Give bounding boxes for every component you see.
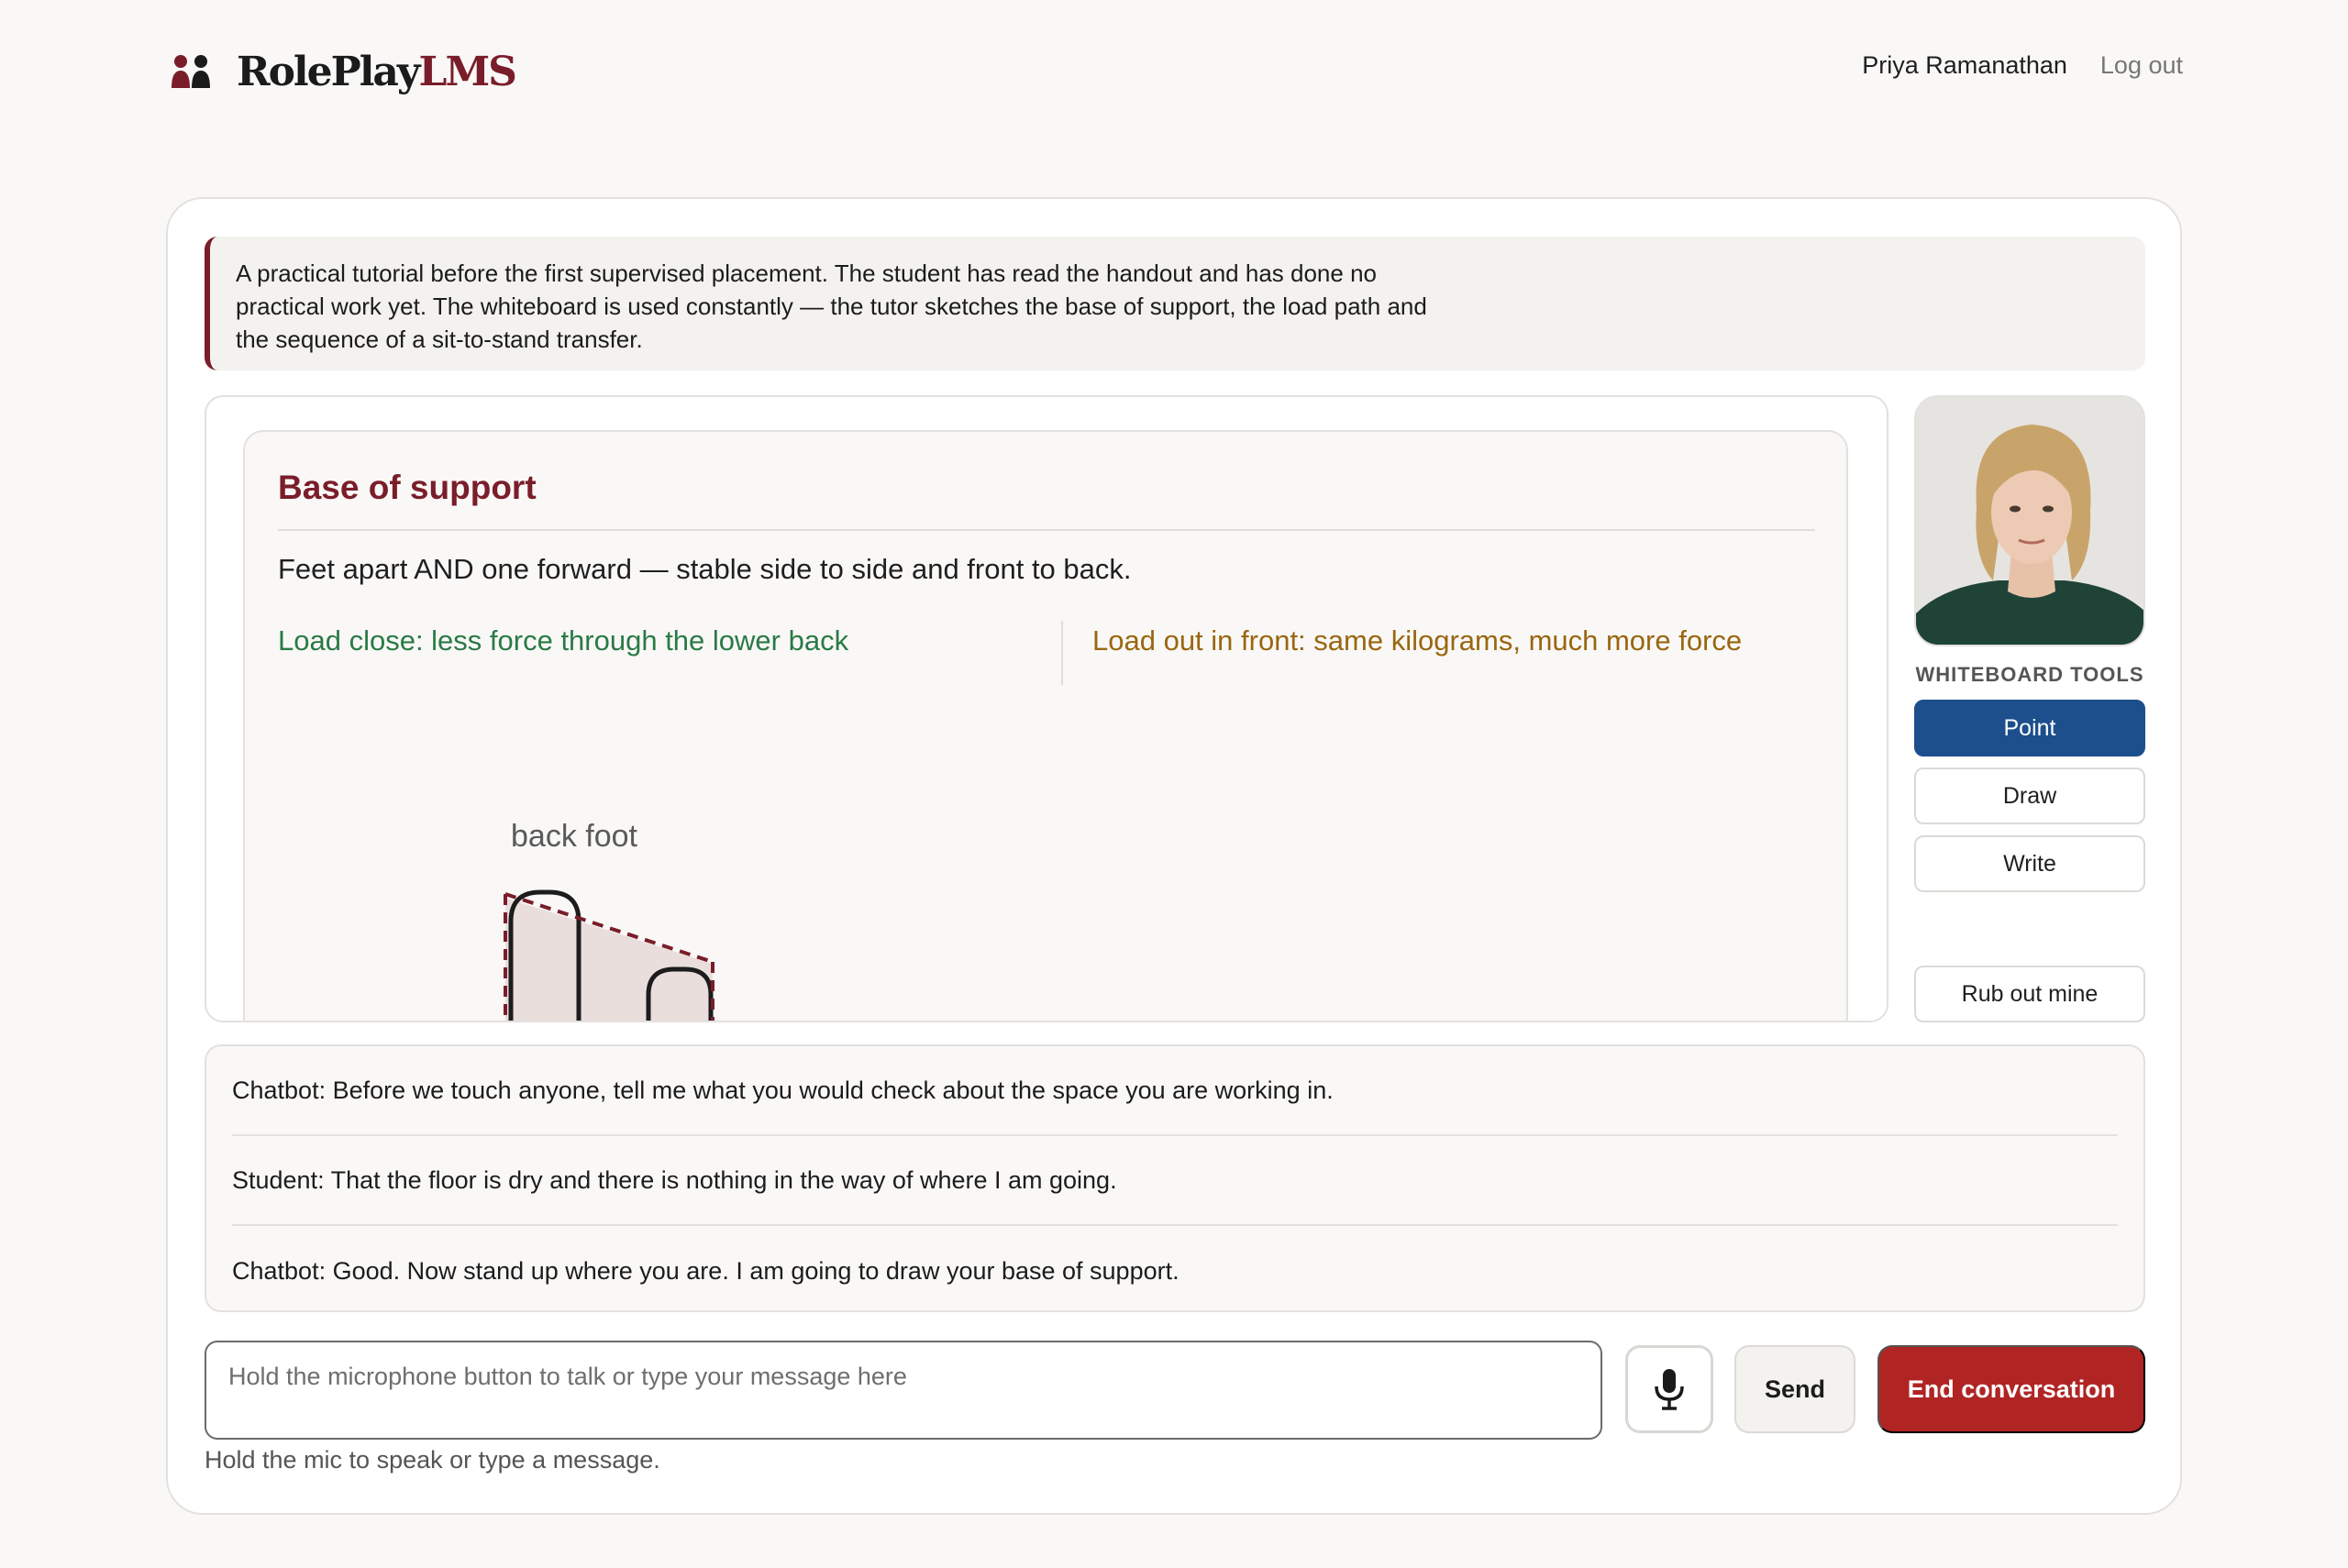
input-hint: Hold the mic to speak or type a message. [205,1446,660,1474]
point-tool-button[interactable]: Point [1914,700,2145,756]
two-people-icon [172,55,210,88]
scenario-text: A practical tutorial before the first su… [236,259,1427,353]
microphone-icon [1655,1369,1684,1410]
end-conversation-button[interactable]: End conversation [1877,1345,2145,1433]
transcript[interactable]: Chatbot: Before we touch anyone, tell me… [205,1044,2145,1312]
message-input[interactable] [205,1341,1602,1440]
scenario-banner: A practical tutorial before the first su… [205,237,2145,370]
send-button[interactable]: Send [1734,1345,1855,1433]
microphone-button[interactable] [1625,1345,1713,1433]
column-divider [1061,621,1063,685]
user-area: Priya Ramanathan Log out [1862,51,2183,80]
whiteboard[interactable]: Base of support Feet apart AND one forwa… [205,395,1888,1022]
tutor-avatar [1914,395,2145,646]
slide-divider [278,529,1815,531]
user-name: Priya Ramanathan [1862,51,2067,79]
load-out-note: Load out in front: same kilograms, much … [1092,624,1743,657]
whiteboard-slide: Base of support Feet apart AND one forwa… [243,430,1848,1021]
draw-tool-button[interactable]: Draw [1914,767,2145,824]
brand-name: RolePlayLMS [237,48,517,95]
conversation-card: A practical tutorial before the first su… [166,197,2182,1515]
write-tool-button[interactable]: Write [1914,835,2145,892]
transcript-message: Student: That the floor is dry and there… [232,1136,2118,1226]
figure-label-back-foot: back foot [511,819,637,854]
brand-name-main: RolePlay [237,48,420,95]
brand-name-accent: LMS [418,48,517,95]
load-close-note: Load close: less force through the lower… [278,624,849,657]
brand-logo-link[interactable]: RolePlayLMS [171,44,517,99]
transcript-message: Chatbot: Good. Now stand up where you ar… [232,1256,1180,1285]
support-area [505,898,713,1021]
whiteboard-tools-heading: WHITEBOARD TOOLS [1915,663,2144,686]
rub-out-button[interactable]: Rub out mine [1914,966,2145,1022]
base-of-support-sketch [504,889,714,1021]
transcript-message: Chatbot: Before we touch anyone, tell me… [232,1046,2118,1136]
tutor-portrait-icon [1916,397,2143,645]
top-bar: RolePlayLMS Priya Ramanathan Log out [0,0,2348,138]
slide-title: Base of support [278,469,537,506]
logout-link[interactable]: Log out [2100,51,2183,80]
slide-subtitle: Feet apart AND one forward — stable side… [278,553,1132,585]
